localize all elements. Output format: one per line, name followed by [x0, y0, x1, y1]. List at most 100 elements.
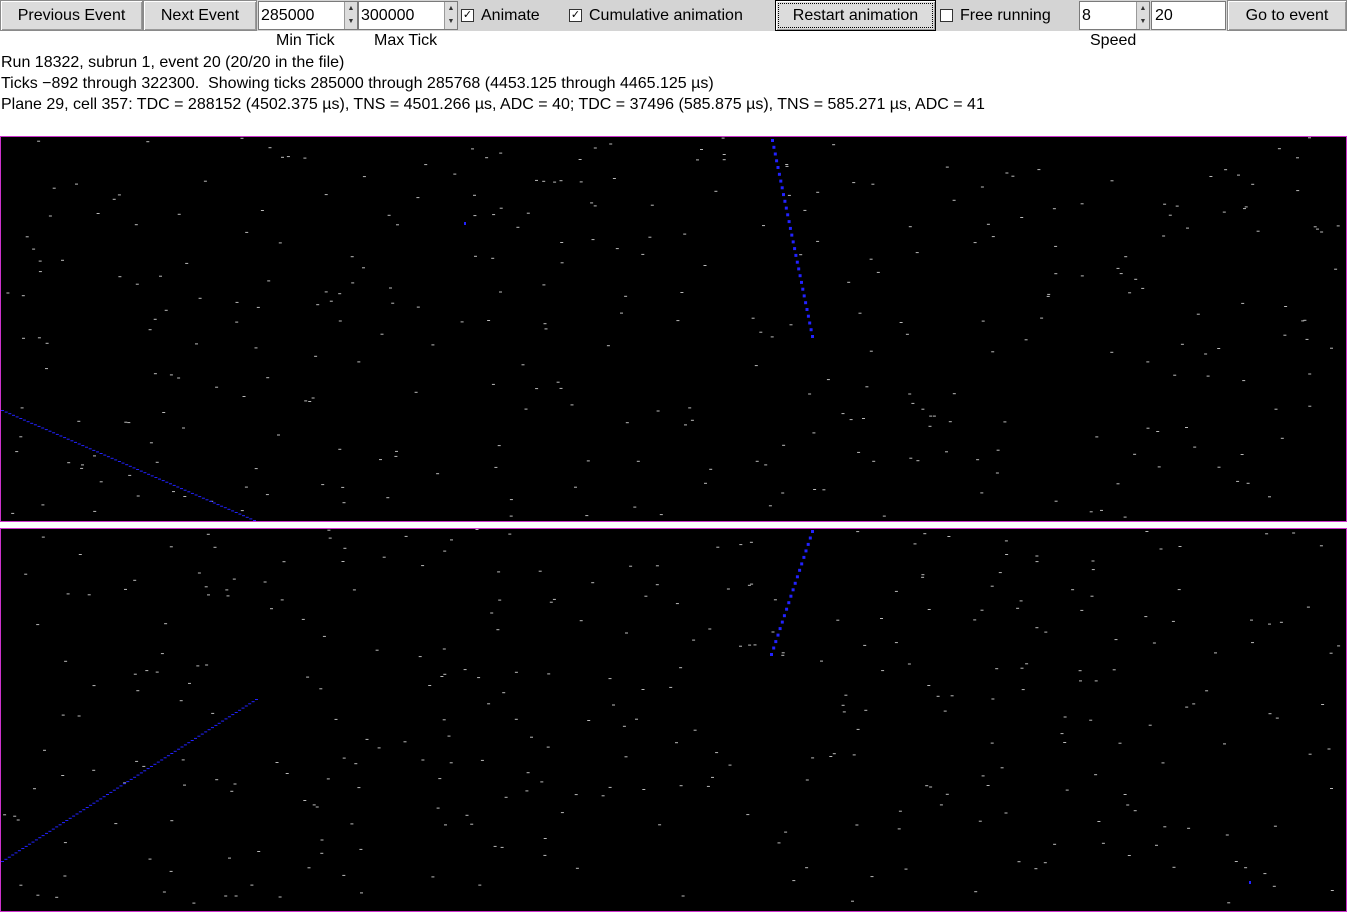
- noise-hit: [1292, 532, 1296, 534]
- noise-hit: [995, 668, 999, 670]
- noise-hit: [1079, 680, 1082, 682]
- track-hit: [59, 435, 63, 437]
- next-event-button[interactable]: Next Event: [143, 0, 257, 31]
- noise-hit: [380, 333, 384, 335]
- spin-down-icon[interactable]: ▼: [445, 15, 457, 28]
- noise-hit: [354, 763, 358, 765]
- track-hit: [794, 253, 798, 257]
- noise-hit: [728, 764, 732, 766]
- track-hit: [224, 718, 228, 720]
- noise-hit: [509, 499, 513, 501]
- track-hit: [158, 478, 161, 480]
- go-to-event-button[interactable]: Go to event: [1227, 0, 1347, 31]
- track-hit: [190, 740, 194, 741]
- spin-down-icon[interactable]: ▼: [1137, 15, 1149, 28]
- track-hit: [103, 454, 107, 456]
- noise-hit: [1330, 347, 1333, 349]
- go-to-event-input[interactable]: [1151, 1, 1226, 30]
- noise-hit: [1004, 540, 1008, 542]
- noise-hit: [1044, 631, 1048, 633]
- speed-input[interactable]: [1082, 4, 1135, 27]
- noise-hit: [688, 407, 692, 409]
- speed-stepper[interactable]: ▲ ▼: [1136, 2, 1149, 29]
- noise-hit: [242, 396, 246, 397]
- noise-hit: [711, 776, 714, 778]
- noise-hit: [494, 466, 498, 468]
- noise-hit: [416, 197, 420, 199]
- free-running-checkbox[interactable]: Free running: [940, 0, 1051, 31]
- track-hit: [241, 707, 245, 709]
- spin-down-icon[interactable]: ▼: [345, 15, 357, 28]
- cumulative-animation-checkbox[interactable]: ✓ Cumulative animation: [569, 0, 743, 31]
- noise-hit: [1187, 827, 1191, 829]
- previous-event-button[interactable]: Previous Event: [0, 0, 143, 31]
- noise-hit: [1145, 531, 1149, 532]
- spin-up-icon[interactable]: ▲: [445, 2, 457, 15]
- track-hit: [231, 714, 235, 716]
- noise-hit: [726, 588, 730, 590]
- animate-checkbox[interactable]: ✓ Animate: [461, 0, 540, 31]
- noise-hit: [487, 320, 491, 321]
- max-tick-stepper[interactable]: ▲ ▼: [444, 2, 457, 29]
- noise-hit: [844, 694, 848, 696]
- noise-hit: [1186, 227, 1189, 229]
- noise-hit: [240, 137, 244, 139]
- noise-hit: [950, 695, 954, 697]
- top-view-display[interactable]: [0, 136, 1347, 522]
- noise-hit: [1094, 774, 1098, 776]
- noise-hit: [869, 350, 873, 352]
- noise-hit: [680, 292, 684, 293]
- noise-hit: [1330, 890, 1334, 891]
- noise-hit: [1275, 717, 1279, 719]
- noise-hit: [836, 619, 840, 621]
- restart-animation-button[interactable]: Restart animation: [775, 0, 936, 31]
- noise-hit: [1005, 554, 1009, 555]
- noise-hit: [334, 718, 338, 720]
- track-hit: [791, 240, 795, 244]
- track-hit: [784, 206, 788, 210]
- noise-hit: [1244, 867, 1248, 869]
- tick-range-info-line: Ticks −892 through 322300. Showing ticks…: [1, 75, 714, 92]
- track-hit: [81, 445, 85, 447]
- track-hit: [231, 510, 235, 512]
- noise-hit: [1237, 174, 1240, 176]
- spin-up-icon[interactable]: ▲: [1137, 2, 1149, 15]
- speed-spinbox[interactable]: ▲ ▼: [1079, 1, 1150, 30]
- noise-hit: [1327, 748, 1331, 750]
- track-hit: [132, 467, 136, 469]
- noise-hit: [816, 191, 820, 193]
- max-tick-spinbox[interactable]: ▲ ▼: [358, 1, 458, 30]
- noise-hit: [195, 343, 198, 345]
- noise-hit: [973, 242, 977, 244]
- track-hit: [156, 761, 160, 763]
- noise-hit: [391, 302, 395, 304]
- side-view-display[interactable]: [0, 528, 1347, 912]
- noise-hit: [470, 823, 474, 825]
- min-tick-spinbox[interactable]: ▲ ▼: [258, 1, 358, 30]
- track-hit: [780, 620, 784, 624]
- side-view-canvas[interactable]: [1, 529, 1346, 911]
- track-hit: [58, 824, 62, 826]
- track-hit: [14, 852, 18, 854]
- spin-up-icon[interactable]: ▲: [345, 2, 357, 15]
- noise-hit: [19, 884, 23, 886]
- top-view-canvas[interactable]: [1, 137, 1346, 521]
- track-hit: [66, 438, 70, 440]
- noise-hit: [38, 260, 42, 262]
- noise-hit: [1020, 667, 1024, 669]
- cumulative-check-icon[interactable]: ✓: [569, 9, 582, 22]
- track-hit: [253, 520, 256, 521]
- noise-hit: [342, 874, 346, 876]
- min-tick-stepper[interactable]: ▲ ▼: [344, 2, 357, 29]
- noise-hit: [77, 420, 81, 422]
- min-tick-input[interactable]: [261, 4, 343, 27]
- noise-hit: [990, 585, 994, 587]
- noise-hit: [880, 618, 883, 619]
- animate-check-icon[interactable]: ✓: [461, 9, 474, 22]
- noise-hit: [1017, 861, 1021, 863]
- noise-hit: [579, 181, 583, 183]
- noise-hit: [478, 884, 482, 886]
- noise-hit: [228, 857, 231, 859]
- max-tick-input[interactable]: [361, 4, 443, 27]
- free-running-check-icon[interactable]: [940, 9, 953, 22]
